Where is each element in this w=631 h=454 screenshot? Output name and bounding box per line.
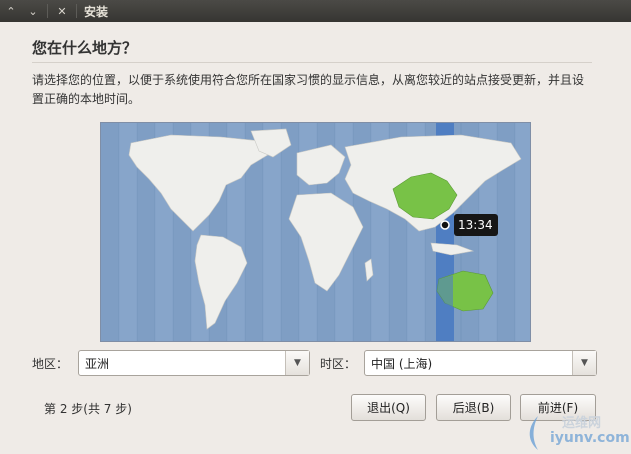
- page-title: 您在什么地方？: [32, 39, 138, 57]
- titlebar-separator: [76, 4, 77, 18]
- world-map[interactable]: 13:34: [100, 122, 531, 342]
- location-marker: [440, 220, 450, 230]
- step-indicator: 第 2 步(共 7 步): [44, 402, 132, 416]
- title-bar: ⌃ ⌄ ✕ 安装: [0, 0, 631, 22]
- window-title: 安装: [84, 4, 109, 19]
- close-icon[interactable]: ✕: [51, 0, 73, 22]
- heading-divider: [32, 62, 592, 63]
- quit-button[interactable]: 退出(Q): [351, 394, 426, 421]
- installer-window: ⌃ ⌄ ✕ 安装 您在什么地方？ 请选择您的位置，以便于系统使用符合您所在国家习…: [0, 0, 631, 454]
- chevron-up-icon[interactable]: ⌃: [0, 0, 22, 22]
- chevron-down-icon[interactable]: ⌄: [22, 0, 44, 22]
- region-select[interactable]: 亚洲 ▼: [78, 350, 310, 376]
- back-button[interactable]: 后退(B): [436, 394, 511, 421]
- titlebar-separator: [47, 4, 48, 18]
- watermark-top: 运维网: [562, 416, 602, 431]
- region-value: 亚洲: [85, 356, 110, 371]
- watermark: 运维网 iyunv.com: [522, 408, 631, 454]
- time-tooltip: 13:34: [458, 218, 493, 232]
- dropdown-arrow-icon[interactable]: ▼: [572, 351, 596, 375]
- timezone-value: 中国 (上海): [371, 356, 433, 371]
- dropdown-arrow-icon[interactable]: ▼: [285, 351, 309, 375]
- page-description: 请选择您的位置，以便于系统使用符合您所在国家习惯的显示信息，从离您较近的站点接受…: [32, 73, 585, 106]
- timezone-select[interactable]: 中国 (上海) ▼: [364, 350, 597, 376]
- timezone-label: 时区：: [320, 357, 357, 371]
- watermark-bottom: iyunv.com: [550, 430, 630, 446]
- region-label: 地区：: [32, 357, 69, 371]
